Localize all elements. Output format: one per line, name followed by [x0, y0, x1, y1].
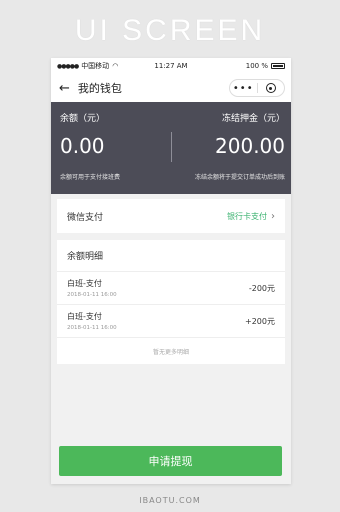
carrier-label: 中国移动 [81, 62, 110, 70]
balance-note: 余额可用于支付接班费 [60, 174, 121, 181]
no-more-records: 暂无更多明细 [152, 348, 189, 356]
banner-title: UI SCREEN [74, 14, 266, 47]
balance-label: 余额（元） [60, 114, 106, 124]
watermark-footer: IBAOTU.COM [139, 496, 201, 505]
wechat-pay-label: 微信支付 [67, 212, 104, 223]
back-arrow-icon[interactable]: ← [59, 81, 70, 96]
item-name: 白班-支付 [67, 312, 102, 321]
bank-card-link[interactable]: 银行卡支付 › [227, 211, 275, 222]
wifi-icon: ◠ [112, 62, 119, 70]
nav-bar: ← 我的钱包 ••• [51, 74, 291, 102]
balance-amount: 0.00 [60, 134, 105, 158]
withdraw-button[interactable]: 申请提现 [59, 446, 282, 476]
item-time: 2018-01-11 16:00 [67, 292, 117, 298]
status-right: 100 % [205, 62, 285, 70]
details-title: 余额明细 [57, 240, 285, 272]
phone-screen: ●●●●● 中国移动 ◠ 11:27 AM 100 % ← 我的钱包 ••• 余… [51, 58, 291, 484]
page-title: 我的钱包 [77, 82, 122, 95]
battery-icon [270, 63, 285, 69]
list-item-info: 白班-支付 2018-01-11 16:00 [67, 278, 117, 298]
chevron-right-icon: › [271, 210, 275, 222]
status-left: ●●●●● 中国移动 ◠ [57, 61, 137, 71]
list-item[interactable]: 白班-支付 2018-01-11 16:00 -200元 [57, 272, 285, 305]
list-item-info: 白班-支付 2018-01-11 16:00 [67, 311, 117, 331]
balance-details-card: 余额明细 白班-支付 2018-01-11 16:00 -200元 白班-支付 … [57, 240, 285, 364]
item-name: 白班-支付 [67, 279, 102, 288]
bank-card-label: 银行卡支付 [227, 211, 267, 221]
item-amount: -200元 [248, 283, 275, 293]
list-item[interactable]: 白班-支付 2018-01-11 16:00 +200元 [57, 305, 285, 338]
deposit-label: 冻结押金（元） [221, 114, 285, 124]
close-capsule-button[interactable] [258, 83, 285, 93]
target-icon [265, 83, 276, 93]
signal-icon: ●●●●● [57, 62, 79, 70]
more-icon[interactable]: ••• [230, 83, 257, 94]
deposit-note: 冻结余额将于提交订单成功后到账 [194, 174, 285, 181]
panel-divider [171, 132, 172, 162]
item-time: 2018-01-11 16:00 [67, 325, 117, 331]
payment-method-row[interactable]: 微信支付 银行卡支付 › [57, 199, 285, 233]
status-time: 11:27 AM [154, 62, 188, 70]
mini-program-capsule: ••• [229, 79, 285, 97]
battery-label: 100 % [245, 62, 268, 70]
balance-panel: 余额（元） 冻结押金（元） 0.00 200.00 余额可用于支付接班费 冻结余… [51, 102, 291, 194]
deposit-amount: 200.00 [215, 134, 285, 158]
status-bar: ●●●●● 中国移动 ◠ 11:27 AM 100 % [51, 58, 291, 74]
item-amount: +200元 [245, 316, 275, 326]
